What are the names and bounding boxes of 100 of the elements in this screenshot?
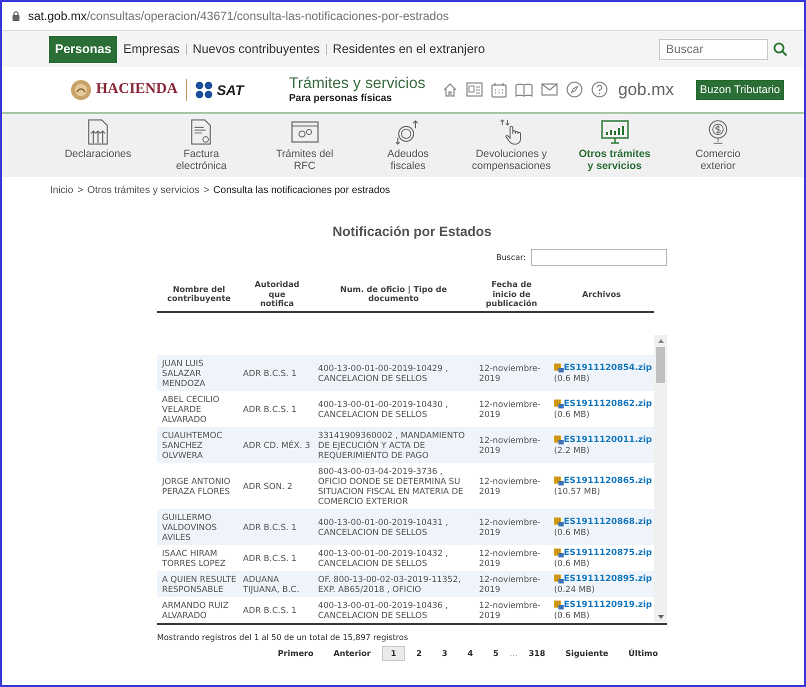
- table-cell-text: OF. 800-13-00-02-03-2019-11352, EXP. AB65/2018 , OFICIO: [317, 574, 462, 594]
- scrollbar[interactable]: [654, 334, 667, 622]
- file-size: (0.6 MB): [554, 372, 590, 382]
- menu-item[interactable]: Otros trámites y servicios: [578, 148, 651, 172]
- page-button[interactable]: 1: [382, 646, 406, 660]
- file-link[interactable]: ES1911120875.zip: [564, 548, 652, 558]
- invoice-icon[interactable]: [190, 119, 212, 145]
- table-cell-text: 33141909360002 , MANDAMIENTO DE EJECUCIÓN Y ACTA DE REQUERIMIENTO DE PAGO: [317, 430, 466, 460]
- column-header[interactable]: Archivos: [549, 290, 654, 299]
- table-cell-text: 400-13-00-01-00-2019-10429 , CANCELACION DE SELLOS: [317, 362, 450, 382]
- file-size: (0.6 MB): [554, 610, 590, 620]
- site-title: Trámites y servicios: [289, 75, 426, 93]
- table-cell-text: ADR B.C.S. 1: [242, 604, 298, 614]
- breadcrumb-separator: >: [77, 185, 84, 196]
- menu-item[interactable]: Adeudos fiscales: [387, 148, 429, 172]
- file-link[interactable]: ES1911120895.zip: [564, 574, 652, 584]
- column-header[interactable]: Nombre del contribuyente: [157, 284, 241, 304]
- menu-item[interactable]: Devoluciones y compensaciones: [472, 148, 551, 172]
- menu-item[interactable]: Declaraciones: [64, 148, 132, 160]
- nav-link[interactable]: Empresas: [117, 36, 186, 62]
- page-button[interactable]: 318: [520, 646, 554, 660]
- archive-icon: [554, 434, 564, 444]
- pagination-button[interactable]: Primero: [268, 646, 322, 660]
- browser-gears-icon[interactable]: [290, 119, 319, 145]
- file-link[interactable]: ES1911120862.zip: [564, 398, 652, 408]
- page-button[interactable]: 3: [432, 646, 456, 660]
- archive-icon: [554, 362, 564, 372]
- table-cell-text: 12-noviembre-2019: [478, 574, 542, 594]
- file-size: (0.6 MB): [554, 526, 590, 536]
- table-cell-text: 12-noviembre-2019: [478, 600, 542, 620]
- table-cell-text: JORGE ANTONIO PERAZA FLORES: [160, 476, 232, 496]
- breadcrumb-link[interactable]: Inicio: [50, 185, 74, 196]
- menu-item[interactable]: Trámites del RFC: [276, 148, 334, 172]
- archive-icon: [554, 548, 564, 558]
- file-link[interactable]: ES1911120868.zip: [564, 516, 652, 526]
- menu-item[interactable]: Factura electrónica: [176, 148, 227, 172]
- page-button[interactable]: 2: [407, 646, 431, 660]
- buzon-tributario-button[interactable]: Buzon Tributario: [696, 80, 784, 100]
- help-icon[interactable]: [591, 81, 608, 98]
- table-cell-text: ADR B.C.S. 1: [242, 552, 298, 562]
- table-cell-text: GUILLERMO VALDOVINOS AVILES: [161, 512, 218, 542]
- table-cell-text: ABEL CECILIO VELARDE ALVARADO: [161, 394, 220, 424]
- table-cell-text: CUAUHTEMOC SANCHEZ OLVWERA: [161, 430, 224, 460]
- table-cell-text: 400-13-00-01-00-2019-10436 , CANCELACION DE SELLOS: [317, 600, 450, 620]
- table-cell-text: A QUIEN RESULTE RESPONSABLE: [161, 574, 238, 594]
- table-cell-text: ADR B.C.S. 1: [242, 522, 298, 532]
- file-size: (0.24 MB): [554, 584, 596, 594]
- file-size: (0.6 MB): [554, 408, 590, 418]
- calendar-icon[interactable]: [491, 82, 508, 98]
- column-header[interactable]: Num. de oficio | Tipo de documento: [313, 284, 474, 304]
- dots-logo-icon: [194, 80, 213, 98]
- breadcrumb-current: Consulta las notificaciones por estrados: [213, 185, 390, 196]
- envelope-icon[interactable]: [541, 83, 558, 96]
- page-button[interactable]: 4: [458, 646, 482, 660]
- monitor-chart-icon[interactable]: [600, 119, 629, 145]
- file-size: (2.2 MB): [554, 444, 590, 454]
- file-link[interactable]: ES1911120919.zip: [564, 600, 652, 610]
- archive-icon: [554, 600, 564, 610]
- compass-icon[interactable]: [566, 81, 584, 98]
- nav-link[interactable]: Residentes en el extranjero: [326, 36, 491, 62]
- column-header[interactable]: Fecha de inicio de publicación: [474, 280, 549, 308]
- address-url[interactable]: sat.gob.mx/consultas/operacion/43671/consulta-las-notificaciones-por-estrados: [28, 9, 449, 23]
- file-link[interactable]: ES1911120011.zip: [564, 434, 652, 444]
- home-icon[interactable]: [442, 82, 458, 98]
- table-cell-text: ISAAC HIRAM TORRES LOPEZ: [161, 548, 227, 568]
- page-title: Notificación por Estados: [331, 224, 493, 239]
- sat-logo-text: SAT: [216, 82, 244, 98]
- archive-icon: [554, 398, 564, 408]
- column-header[interactable]: Autoridad que notifica: [241, 280, 313, 308]
- document-arrows-icon[interactable]: [87, 119, 109, 145]
- table-cell-text: ADR SON. 2: [242, 480, 294, 490]
- table-cell-text: ADR B.C.S. 1: [242, 368, 298, 378]
- gob-mx-logo-text[interactable]: gob.mx: [618, 80, 674, 100]
- pagination-button[interactable]: Anterior: [324, 646, 380, 660]
- table-search-field[interactable]: [531, 249, 667, 266]
- file-link[interactable]: ES1911120865.zip: [564, 476, 652, 486]
- archive-icon: [554, 476, 564, 486]
- file-link[interactable]: ES1911120854.zip: [564, 362, 652, 372]
- search-field[interactable]: Buscar: [659, 38, 768, 60]
- table-cell-text: 12-noviembre-2019: [478, 516, 542, 536]
- search-icon[interactable]: [773, 42, 788, 56]
- nav-link[interactable]: Nuevos contribuyentes: [186, 36, 326, 62]
- table-cell-text: 12-noviembre-2019: [478, 476, 542, 496]
- table-cell-text: 400-13-00-01-00-2019-10432 , CANCELACION DE SELLOS: [317, 548, 450, 568]
- page-button[interactable]: 5: [484, 646, 508, 660]
- table-cell-text: ARMANDO RUIZ ALVARADO: [161, 600, 230, 620]
- pagination-button[interactable]: Último: [619, 646, 667, 660]
- table-cell-text: 800-43-00-03-04-2019-3736 , OFICIO DONDE SE DETERMINA SU SITUACION FISCAL EN MATERIA DE COMERCIO EXTERIOR: [317, 466, 464, 506]
- breadcrumb-link[interactable]: Otros trámites y servicios: [87, 185, 200, 196]
- lock-icon: [12, 11, 20, 21]
- table-cell-text: 400-13-00-01-00-2019-10430 , CANCELACION DE SELLOS: [317, 398, 450, 418]
- hacienda-logo-text: HACIENDA: [96, 81, 178, 98]
- id-card-icon[interactable]: [466, 82, 484, 97]
- table-cell-text: 400-13-00-01-00-2019-10431 , CANCELACION DE SELLOS: [317, 516, 450, 536]
- file-size: (10.57 MB): [554, 486, 602, 496]
- pagination-button[interactable]: Siguiente: [556, 646, 618, 660]
- book-icon[interactable]: [515, 82, 534, 96]
- nav-link[interactable]: Personas: [49, 36, 118, 62]
- menu-item[interactable]: Comercio exterior: [696, 148, 740, 172]
- table-cell-text: 12-noviembre-2019: [478, 434, 542, 454]
